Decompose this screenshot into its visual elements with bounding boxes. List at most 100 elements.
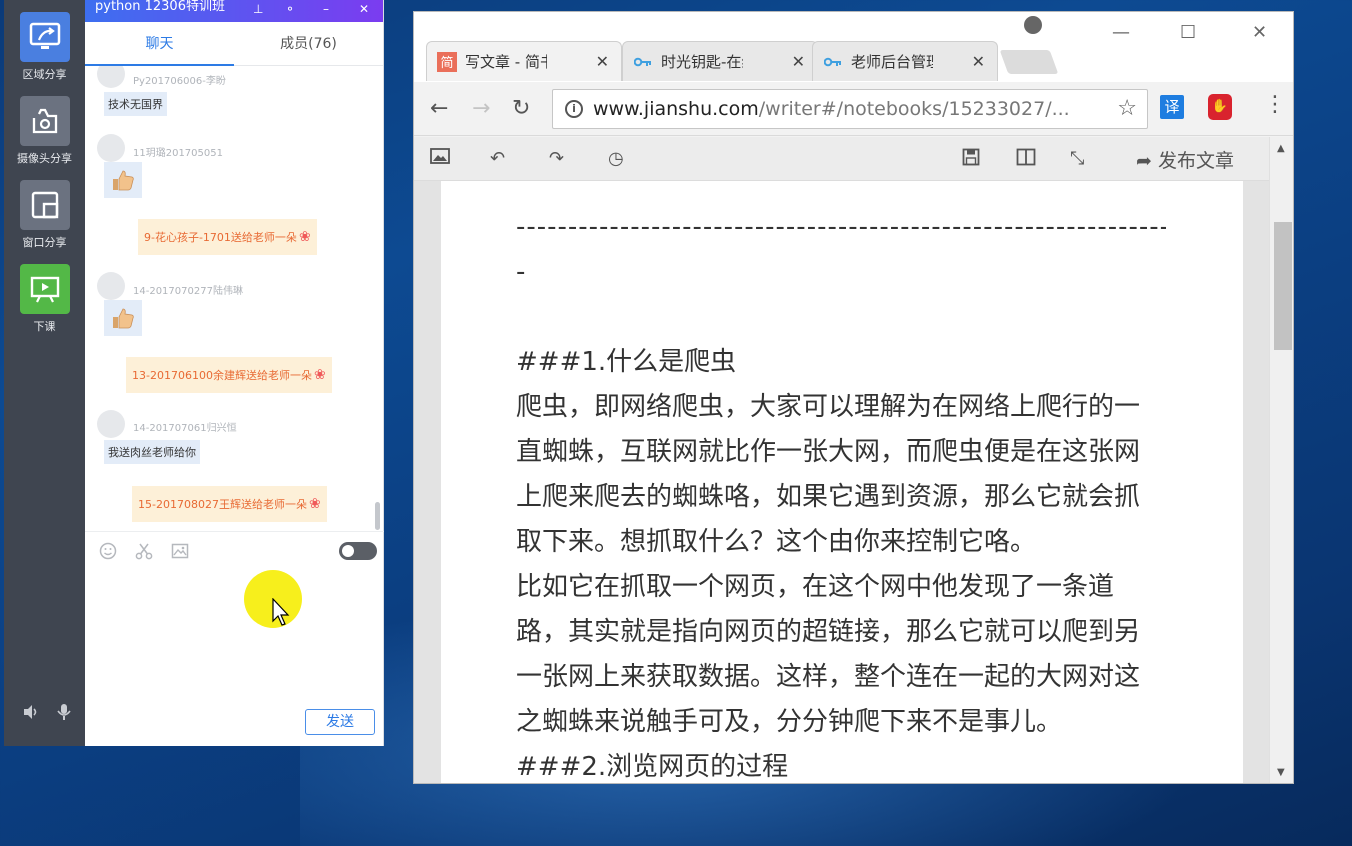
text-line: 取下来。想抓取什么？这个由你来控制它咯。 [516, 527, 1037, 557]
region-share-tool[interactable]: 区域分享 [4, 12, 85, 82]
tab-members[interactable]: 成员(76) [234, 22, 383, 65]
tab-title: 老师后台管理 [851, 53, 933, 71]
text-line: 一张网上来获取数据。这样，整个连在一起的大网对这 [516, 662, 1141, 692]
message-bubble: 技术无国界 [104, 92, 167, 116]
microphone-icon[interactable] [56, 703, 72, 725]
bookmark-star-icon[interactable]: ☆ [1117, 90, 1137, 128]
presentation-icon [19, 264, 70, 314]
text-line: ###1.什么是爬虫 [516, 347, 737, 377]
scroll-thumb[interactable] [1274, 222, 1292, 350]
tab-close-icon[interactable]: ✕ [792, 52, 805, 71]
adblock-extension-icon[interactable]: ✋ [1208, 94, 1232, 120]
browser-tab[interactable]: 时光钥匙-在线 ✕ [622, 41, 818, 81]
gift-notice-text: 9-花心孩子-1701送给老师一朵 [144, 231, 297, 244]
minimize-window-icon[interactable]: — [1112, 22, 1130, 43]
translate-extension-icon[interactable]: 译 [1160, 95, 1184, 119]
gift-notice-text: 13-201706100余建辉送给老师一朵 [132, 369, 312, 382]
window-share-tool[interactable]: 窗口分享 [4, 180, 85, 250]
browser-window: — ☐ ✕ 简 写文章 - 简书 ✕ 时光钥匙-在线 ✕ 老师后台管理 ✕ ← … [413, 11, 1294, 784]
scissors-icon[interactable] [135, 542, 153, 564]
gift-notice: 15-201708027王辉送给老师一朵 ❀ [132, 486, 327, 522]
chat-tabs: 聊天 成员(76) [85, 22, 383, 66]
chat-scrollbar[interactable] [375, 502, 380, 530]
message-list: Py201706006-李盼 技术无国界 11玥璐201705051 9-花心孩… [85, 66, 384, 530]
flower-icon: ❀ [298, 229, 311, 245]
editor-sheet[interactable]: ----------------------------------------… [441, 181, 1243, 783]
end-class-tool[interactable]: 下课 [4, 264, 85, 334]
save-icon[interactable] [962, 148, 980, 171]
send-button[interactable]: 发送 [305, 709, 375, 735]
gift-notice-text: 15-201708027王辉送给老师一朵 [138, 498, 307, 511]
close-icon[interactable]: ✕ [359, 2, 369, 16]
share-icon[interactable]: ⚬ [285, 2, 295, 16]
input-divider [85, 531, 384, 532]
split-view-icon[interactable] [1016, 148, 1036, 171]
address-bar[interactable]: i www.jianshu.com/writer#/notebooks/1523… [552, 89, 1148, 129]
pin-icon[interactable]: ⊥ [253, 2, 263, 16]
forward-arrow-icon[interactable]: → [472, 96, 490, 121]
gift-notice: 13-201706100余建辉送给老师一朵 ❀ [126, 357, 332, 393]
thumbs-up-icon [104, 162, 142, 198]
message-username: Py201706006-李盼 [133, 76, 226, 87]
browser-tab-active[interactable]: 简 写文章 - 简书 ✕ [426, 41, 622, 81]
scroll-up-arrow-icon[interactable]: ▲ [1277, 143, 1285, 154]
chat-window-titlebar: python 12306特训班 ⊥ ⚬ – ✕ [85, 0, 383, 22]
publish-button[interactable]: ➦ 发布文章 [1136, 146, 1234, 173]
gift-notice: 9-花心孩子-1701送给老师一朵 ❀ [138, 219, 317, 255]
region-share-label: 区域分享 [22, 68, 67, 81]
reload-icon[interactable]: ↻ [512, 96, 530, 121]
history-icon[interactable]: ◷ [608, 148, 624, 169]
minimize-icon[interactable]: – [323, 2, 329, 16]
tab-title: 写文章 - 简书 [465, 53, 547, 71]
tab-close-icon[interactable]: ✕ [972, 52, 985, 71]
chat-panel: python 12306特训班 ⊥ ⚬ – ✕ 聊天 成员(76) Py2017… [85, 0, 384, 746]
page-scrollbar[interactable]: ▲ ▼ [1269, 137, 1293, 783]
new-tab-button[interactable] [999, 50, 1059, 74]
undo-icon[interactable]: ↶ [490, 148, 505, 169]
screen-share-icon [19, 12, 70, 62]
key-favicon-icon [823, 52, 843, 72]
text-line [516, 295, 1166, 340]
flower-icon: ❀ [308, 496, 321, 512]
jianshu-favicon-icon: 简 [437, 51, 457, 72]
redo-icon[interactable]: ↷ [549, 148, 564, 169]
scroll-down-arrow-icon[interactable]: ▼ [1277, 767, 1285, 778]
maximize-window-icon[interactable]: ☐ [1180, 22, 1196, 43]
toggle-knob [342, 545, 354, 557]
speaker-icon[interactable] [22, 703, 40, 725]
tab-chat[interactable]: 聊天 [85, 22, 234, 66]
key-favicon-icon [633, 52, 653, 72]
text-line: 爬虫，即网络爬虫，大家可以理解为在网络上爬行的一 [516, 392, 1141, 422]
avatar [97, 134, 125, 162]
text-line: ----------------------------------------… [516, 212, 1166, 242]
editor-area: ----------------------------------------… [414, 181, 1269, 783]
avatar [97, 272, 125, 300]
image-icon[interactable] [171, 542, 189, 564]
collapse-icon[interactable]: ⤡ [1070, 148, 1084, 169]
article-text[interactable]: ----------------------------------------… [516, 205, 1166, 783]
text-line: 路，其实就是指向网页的超链接，那么它就可以爬到另 [516, 617, 1141, 647]
info-icon[interactable]: i [565, 100, 583, 118]
close-window-icon[interactable]: ✕ [1252, 22, 1267, 43]
end-class-label: 下课 [33, 320, 56, 333]
back-arrow-icon[interactable]: ← [430, 96, 448, 121]
profile-icon[interactable] [1024, 16, 1042, 34]
tab-title: 时光钥匙-在线 [661, 53, 743, 71]
emoji-icon[interactable] [99, 542, 117, 564]
toggle-switch[interactable] [339, 542, 377, 560]
message-username: 14-201707061归兴恒 [133, 423, 237, 434]
tab-close-icon[interactable]: ✕ [596, 52, 609, 71]
flower-icon: ❀ [313, 367, 326, 383]
text-line: ###2.浏览网页的过程 [516, 752, 789, 782]
class-title: python 12306特训班 [95, 0, 225, 14]
browser-titlebar: — ☐ ✕ 简 写文章 - 简书 ✕ 时光钥匙-在线 ✕ 老师后台管理 ✕ [414, 12, 1293, 82]
mouse-cursor-icon [272, 598, 290, 626]
insert-image-icon[interactable] [430, 148, 450, 169]
browser-tab[interactable]: 老师后台管理 ✕ [812, 41, 998, 81]
thumbs-up-icon [104, 300, 142, 336]
camera-share-tool[interactable]: 摄像头分享 [4, 96, 85, 166]
text-line: 之蜘蛛来说触手可及，分分钟爬下来不是事儿。 [516, 707, 1063, 737]
classroom-toolbar: 区域分享 摄像头分享 窗口分享 下课 [4, 0, 85, 746]
window-share-icon [19, 180, 70, 230]
browser-menu-icon[interactable]: ⋮ [1264, 92, 1286, 117]
